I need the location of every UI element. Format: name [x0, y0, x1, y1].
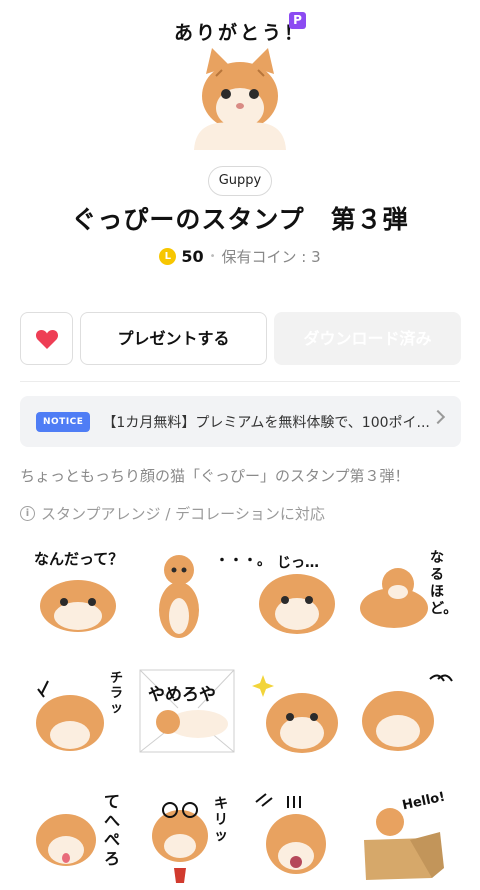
present-button[interactable]: プレゼントする: [80, 312, 267, 365]
stamp-item[interactable]: じっ…: [255, 548, 355, 643]
notice-text: 【1カ月無料】プレミアムを無料体験で、100ポイ...: [102, 414, 430, 431]
stamp-item[interactable]: Hello!: [358, 788, 458, 883]
stamp-item[interactable]: [252, 788, 352, 883]
stamp-item[interactable]: キリッ: [140, 788, 240, 883]
stamp-item[interactable]: チラッ: [30, 665, 130, 760]
hero-stamp: ありがとう！ P: [170, 10, 310, 150]
download-button[interactable]: ダウンロード済み: [274, 312, 461, 365]
notice-badge: NOTICE: [36, 411, 91, 432]
author-chip[interactable]: Guppy: [208, 166, 272, 196]
cat-shocked-image: [255, 793, 326, 874]
stamp-item[interactable]: なんだって？: [30, 548, 130, 643]
heart-icon: [35, 329, 58, 349]
stamp-caption: チラッ: [110, 671, 124, 716]
chevron-right-icon: [430, 409, 446, 425]
stamp-caption: なんだって？: [34, 550, 124, 568]
stamp-caption: ・・・。: [215, 553, 271, 569]
stamp-caption: キリッ: [214, 796, 228, 844]
stamp-caption: なるほど。: [430, 550, 458, 617]
divider: [20, 381, 460, 382]
stamp-caption: じっ…: [277, 555, 319, 571]
price-amount: 50: [181, 246, 204, 266]
page-title: ぐっぴーのスタンプ 第３弾: [71, 205, 409, 234]
cat-sparkle-image: [252, 675, 338, 753]
notice-banner[interactable]: NOTICE 【1カ月無料】プレミアムを無料体験で、100ポイ...: [20, 396, 461, 447]
like-button[interactable]: [20, 312, 73, 365]
stamp-caption: やめろや: [148, 685, 216, 705]
stamp-caption: てへぺろ: [104, 792, 121, 868]
stamp-item[interactable]: [358, 665, 458, 760]
stamp-item[interactable]: ・・・。: [145, 548, 271, 643]
feature-note: i スタンプアレンジ / デコレーションに対応: [20, 503, 325, 524]
stamp-item[interactable]: [252, 665, 352, 760]
feature-text: スタンプアレンジ / デコレーションに対応: [41, 505, 325, 523]
stamp-item[interactable]: てへぺろ: [30, 788, 130, 883]
stamp-item[interactable]: やめろや: [138, 668, 238, 763]
price-row: L 50 • 保有コイン : 3: [0, 245, 480, 267]
hero-cat-image: [194, 48, 286, 150]
price-separator: •: [209, 250, 216, 262]
owned-coins: 保有コイン : 3: [221, 247, 321, 266]
description: ちょっともっちり顔の猫「ぐっぴー」のスタンプ第３弾！: [20, 467, 410, 485]
stamp-item[interactable]: なるほど。: [358, 548, 458, 643]
cat-grumpy-image: [362, 674, 453, 751]
info-icon: i: [20, 506, 35, 521]
premium-badge: P: [289, 12, 306, 29]
coin-icon: L: [159, 247, 177, 265]
